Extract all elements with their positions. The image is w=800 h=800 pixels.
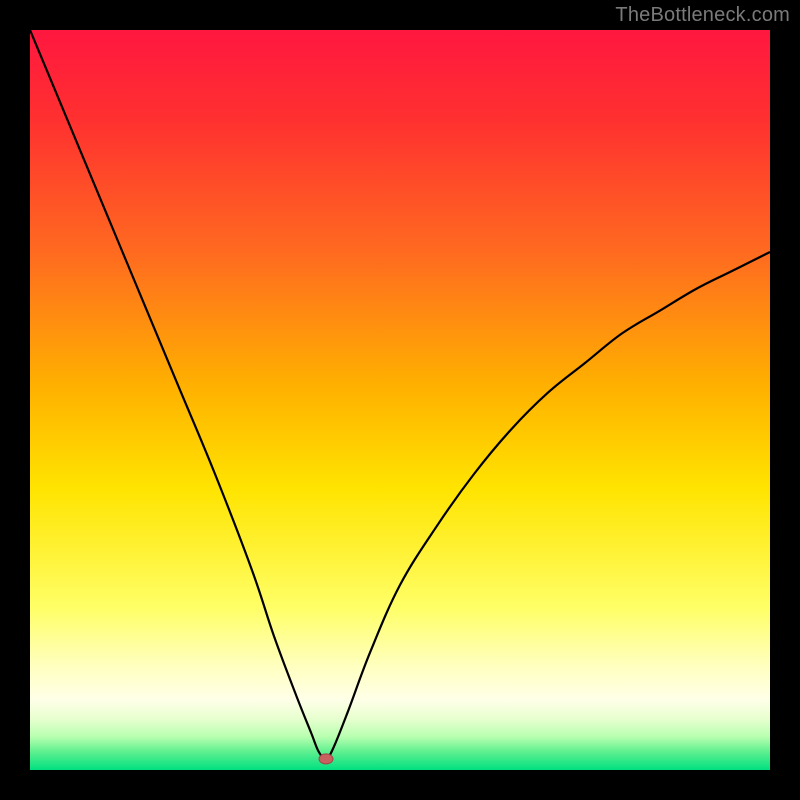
- gradient-background: [30, 30, 770, 770]
- chart-svg: [30, 30, 770, 770]
- optimal-point-marker: [319, 754, 333, 764]
- plot-area: [30, 30, 770, 770]
- chart-frame: TheBottleneck.com: [0, 0, 800, 800]
- watermark-text: TheBottleneck.com: [615, 4, 790, 27]
